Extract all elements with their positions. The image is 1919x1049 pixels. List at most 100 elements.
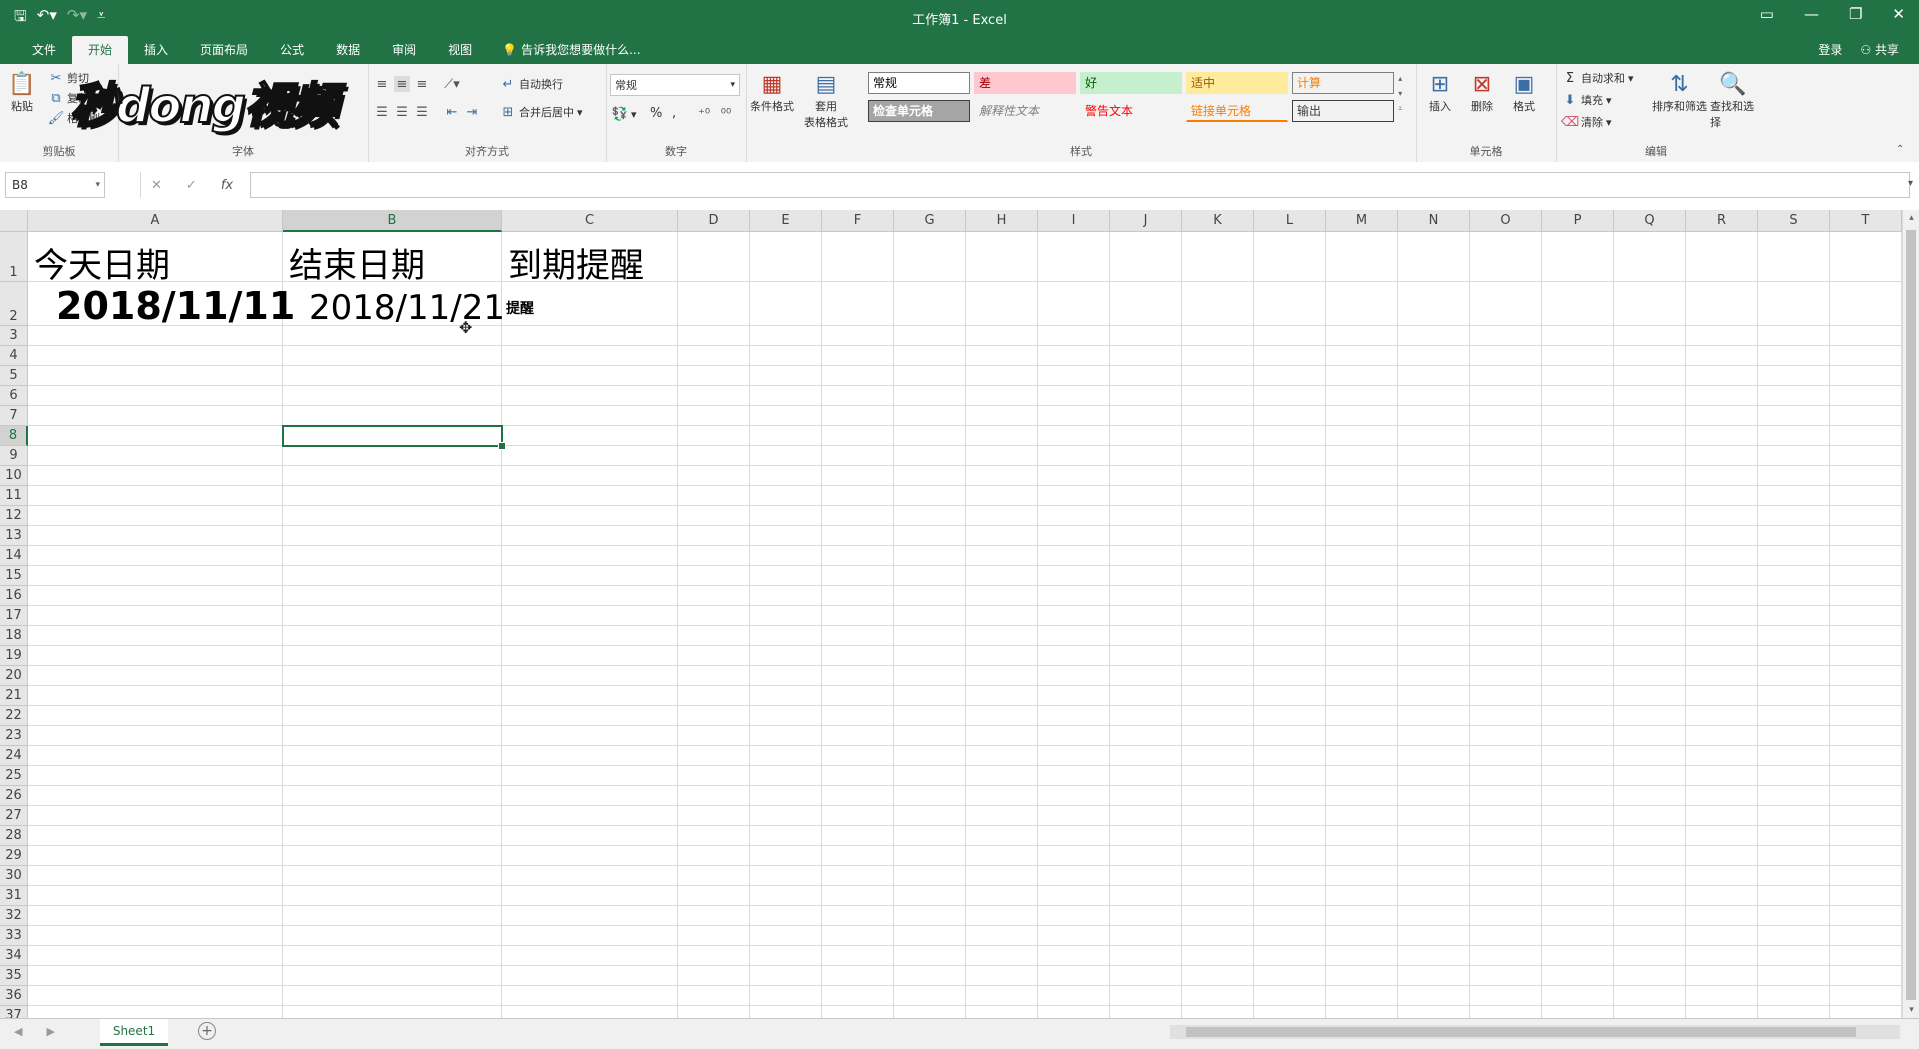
column-header-r[interactable]: R <box>1686 210 1758 232</box>
paste-button[interactable]: 📋 粘贴 <box>8 70 36 114</box>
currency-button[interactable]: 💱 ▾ <box>612 106 637 122</box>
delete-cells-button[interactable]: ⊠ 删除 <box>1468 70 1496 114</box>
row-header-18[interactable]: 18 <box>0 626 28 646</box>
tell-me-search[interactable]: 💡 告诉我您想要做什么... <box>488 36 640 64</box>
cell-style-1[interactable]: 差 <box>974 72 1076 94</box>
tab-1[interactable]: 开始 <box>72 36 129 64</box>
cell-style-0[interactable]: 常规 <box>868 72 970 94</box>
share-button[interactable]: ⚇ 共享 <box>1860 36 1899 64</box>
scroll-up-icon[interactable]: ▴ <box>1903 210 1919 226</box>
cell-style-7[interactable]: 警告文本 <box>1080 100 1182 122</box>
right-align-button[interactable]: ☰ <box>414 104 430 120</box>
column-header-s[interactable]: S <box>1758 210 1830 232</box>
column-header-c[interactable]: C <box>502 210 678 232</box>
column-header-h[interactable]: H <box>966 210 1038 232</box>
select-all-corner[interactable] <box>0 210 28 232</box>
column-header-q[interactable]: Q <box>1614 210 1686 232</box>
merge-center-button[interactable]: ⊞ 合并后居中 ▾ <box>500 104 583 120</box>
row-header-29[interactable]: 29 <box>0 846 28 866</box>
next-sheet-icon[interactable]: ▶ <box>46 1025 54 1038</box>
cell-style-8[interactable]: 链接单元格 <box>1186 100 1288 122</box>
tab-2[interactable]: 插入 <box>128 36 184 64</box>
row-header-13[interactable]: 13 <box>0 526 28 546</box>
cell-style-6[interactable]: 解释性文本 <box>974 100 1076 122</box>
row-header-5[interactable]: 5 <box>0 366 28 386</box>
column-header-f[interactable]: F <box>822 210 894 232</box>
cell-style-5[interactable]: 检查单元格 <box>868 100 970 122</box>
row-header-8[interactable]: 8 <box>0 426 28 446</box>
name-box[interactable]: B8 ▾ <box>5 172 105 198</box>
cell-b2[interactable]: 2018/11/21 <box>309 288 505 328</box>
spreadsheet-grid[interactable]: A B C D E F G H I J K L M N O P Q R S T 1 2 3 4 5 6 7 8 9 10 11 12 13 14 1… <box>0 210 1919 1018</box>
row-header-3[interactable]: 3 <box>0 326 28 346</box>
row-header-2[interactable]: 2 <box>0 282 28 326</box>
insert-function-icon[interactable]: fx <box>221 178 233 193</box>
middle-align-button[interactable]: ≡ <box>394 76 410 92</box>
autosum-button[interactable]: Σ 自动求和 ▾ <box>1562 70 1634 86</box>
row-header-1[interactable]: 1 <box>0 232 28 282</box>
decrease-decimal-button[interactable]: ⁰⁰ <box>718 106 734 122</box>
row-header-12[interactable]: 12 <box>0 506 28 526</box>
row-header-6[interactable]: 6 <box>0 386 28 406</box>
column-header-k[interactable]: K <box>1182 210 1254 232</box>
row-header-14[interactable]: 14 <box>0 546 28 566</box>
row-header-7[interactable]: 7 <box>0 406 28 426</box>
tab-6[interactable]: 审阅 <box>376 36 432 64</box>
restore-button[interactable]: ❐ <box>1849 5 1862 23</box>
cell-style-2[interactable]: 好 <box>1080 72 1182 94</box>
sort-filter-button[interactable]: ⇅ 排序和筛选 <box>1652 70 1707 114</box>
login-link[interactable]: 登录 <box>1818 36 1842 64</box>
row-header-4[interactable]: 4 <box>0 346 28 366</box>
row-header-36[interactable]: 36 <box>0 986 28 1006</box>
column-header-g[interactable]: G <box>894 210 966 232</box>
vertical-scroll-thumb[interactable] <box>1906 230 1916 1000</box>
conditional-formatting-button[interactable]: ▦ 条件格式 <box>750 70 794 114</box>
row-header-15[interactable]: 15 <box>0 566 28 586</box>
row-header-37[interactable]: 37 <box>0 1006 28 1018</box>
increase-indent-button[interactable]: ⇥ <box>464 104 480 120</box>
row-header-26[interactable]: 26 <box>0 786 28 806</box>
row-header-25[interactable]: 25 <box>0 766 28 786</box>
scroll-down-icon[interactable]: ▾ <box>1903 1002 1919 1018</box>
cell-c2[interactable]: 提醒 <box>506 298 534 318</box>
row-header-32[interactable]: 32 <box>0 906 28 926</box>
left-align-button[interactable]: ☰ <box>374 104 390 120</box>
row-header-16[interactable]: 16 <box>0 586 28 606</box>
tab-7[interactable]: 视图 <box>432 36 488 64</box>
orientation-button[interactable]: ⟋▾ <box>444 76 460 92</box>
horizontal-scroll-thumb[interactable] <box>1186 1027 1856 1037</box>
row-header-9[interactable]: 9 <box>0 446 28 466</box>
column-header-t[interactable]: T <box>1830 210 1902 232</box>
row-header-35[interactable]: 35 <box>0 966 28 986</box>
column-header-i[interactable]: I <box>1038 210 1110 232</box>
fill-handle[interactable] <box>498 442 506 450</box>
close-button[interactable]: ✕ <box>1892 5 1905 23</box>
add-sheet-button[interactable]: + <box>198 1022 216 1040</box>
tab-5[interactable]: 数据 <box>320 36 376 64</box>
row-header-21[interactable]: 21 <box>0 686 28 706</box>
column-header-d[interactable]: D <box>678 210 750 232</box>
column-header-m[interactable]: M <box>1326 210 1398 232</box>
row-header-33[interactable]: 33 <box>0 926 28 946</box>
row-header-34[interactable]: 34 <box>0 946 28 966</box>
row-header-23[interactable]: 23 <box>0 726 28 746</box>
active-cell-selection[interactable] <box>282 425 503 447</box>
row-header-17[interactable]: 17 <box>0 606 28 626</box>
row-header-28[interactable]: 28 <box>0 826 28 846</box>
cell-b1[interactable]: 结束日期 <box>289 238 425 287</box>
row-header-27[interactable]: 27 <box>0 806 28 826</box>
row-header-11[interactable]: 11 <box>0 486 28 506</box>
cell-c1[interactable]: 到期提醒 <box>508 238 644 287</box>
cancel-icon[interactable]: ✕ <box>151 178 162 193</box>
column-header-e[interactable]: E <box>750 210 822 232</box>
format-cells-button[interactable]: ▣ 格式 <box>1510 70 1538 114</box>
row-header-10[interactable]: 10 <box>0 466 28 486</box>
column-header-o[interactable]: O <box>1470 210 1542 232</box>
row-header-22[interactable]: 22 <box>0 706 28 726</box>
cell-style-3[interactable]: 适中 <box>1186 72 1288 94</box>
column-header-l[interactable]: L <box>1254 210 1326 232</box>
row-header-20[interactable]: 20 <box>0 666 28 686</box>
tab-3[interactable]: 页面布局 <box>184 36 264 64</box>
sheet-tab-sheet1[interactable]: Sheet1 <box>100 1019 168 1046</box>
cell-style-9[interactable]: 输出 <box>1292 100 1394 122</box>
